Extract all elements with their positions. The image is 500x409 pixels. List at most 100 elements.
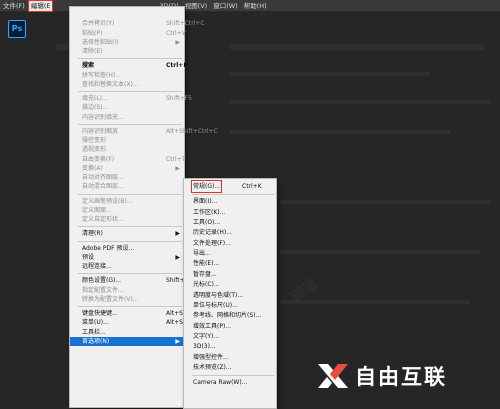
edit-menu-item[interactable]: 变换(A) ▶: [70, 164, 184, 173]
edit-menu-item[interactable]: 自动对齐图层...: [70, 173, 184, 182]
edit-menu-item-label: 转换为配置文件(V)...: [82, 295, 139, 303]
bg-placeholder: [230, 130, 450, 134]
edit-menu-item-label: 清理(R): [82, 230, 103, 238]
submenu-arrow-icon: ▶: [175, 38, 180, 46]
edit-menu-item[interactable]: 转换为配置文件(V)...: [70, 295, 184, 304]
prefs-menu-item[interactable]: 常规(G)... Ctrl+K: [184, 180, 276, 193]
edit-menu-item[interactable]: 自动混合图层...: [70, 182, 184, 191]
prefs-menu-item[interactable]: 参考线、网格和切片(S)...: [184, 311, 276, 320]
bg-placeholder: [280, 250, 480, 254]
edit-menu-item[interactable]: 内容识别缩放 Alt+Shift+Ctrl+C: [70, 127, 218, 136]
prefs-menu-item-label: 光标(C)...: [193, 281, 220, 289]
edit-menu-item-label: 透视变形: [82, 146, 107, 154]
edit-menu-item-shortcut: Ctrl+F: [166, 62, 188, 70]
edit-menu-item[interactable]: 定义画笔预设(B)...: [70, 197, 184, 206]
prefs-menu-item-label: 增强型控件...: [193, 353, 229, 361]
edit-menu-item[interactable]: 操控变形: [70, 136, 184, 145]
prefs-menu-item[interactable]: 增效工具(P)...: [184, 322, 276, 331]
watermark-brand: 自由互联: [316, 358, 500, 394]
edit-menu-item[interactable]: 指定配置文件...: [70, 286, 184, 295]
edit-menu-item-label: 清除(E): [82, 48, 103, 55]
edit-menu-item[interactable]: 菜单(U)...Alt+Shift+Ctrl+M: [70, 318, 219, 327]
edit-menu-item-label: 搜索: [82, 62, 95, 70]
edit-menu-item-label: 选择性粘贴(I): [82, 38, 119, 46]
prefs-menu-item-label: 界面(I)...: [193, 198, 218, 206]
prefs-menu-item[interactable]: 光标(C)...: [184, 280, 276, 289]
edit-menu-item-label: 操控变形: [82, 137, 107, 144]
prefs-menu-item[interactable]: 文件处理(F)...: [184, 239, 276, 248]
edit-menu-item-label: 描边(S)...: [82, 104, 109, 112]
edit-menu-item-label: 填充(L)...: [82, 95, 108, 102]
edit-menu-item[interactable]: 粘贴(P) Ctrl+V: [70, 29, 186, 38]
edit-menu-item[interactable]: 合并拷贝(Y) Shift+Ctrl+C: [70, 19, 205, 28]
prefs-menu-item[interactable]: 界面(I)...: [184, 197, 276, 206]
edit-menu-item[interactable]: 定义图案...: [70, 206, 184, 215]
edit-menu-item[interactable]: 填充(L)... Shift+F5: [70, 94, 192, 103]
edit-menu-item[interactable]: 颜色设置(G)...Shift+Ctrl+K: [70, 276, 204, 285]
prefs-menu-item[interactable]: Camera Raw(W)...: [184, 378, 276, 387]
edit-menu-item[interactable]: 查找和替换文本(X)...: [70, 80, 184, 89]
edit-menu-item-label: 自动对齐图层...: [82, 174, 124, 181]
edit-menu-item-label: 自动混合图层...: [82, 183, 124, 191]
menu-separator: [192, 194, 274, 196]
brand-x-icon: [316, 361, 350, 391]
prefs-menu-item[interactable]: 文字(Y)...: [184, 332, 276, 341]
edit-menu-item[interactable]: 透视变形: [70, 145, 184, 154]
edit-menu-item-shortcut: Alt+Shift+Ctrl+C: [166, 127, 218, 135]
menu-separator: [78, 193, 182, 195]
edit-menu-item[interactable]: 选择性粘贴(I) ▶: [70, 38, 184, 47]
edit-menu-item[interactable]: [70, 10, 184, 19]
edit-menu-item[interactable]: 清除(E): [70, 47, 184, 56]
menu-help[interactable]: 帮助(H): [241, 0, 270, 12]
menu-view[interactable]: 视图(V): [182, 0, 211, 12]
edit-menu-item[interactable]: 清理(R) ▶: [70, 229, 184, 238]
edit-menu-item[interactable]: 搜索 Ctrl+F: [70, 61, 188, 70]
edit-menu-item[interactable]: 内容识别填充...: [70, 113, 184, 122]
prefs-menu-item[interactable]: 单位与标尺(U)...: [184, 301, 276, 310]
prefs-menu-item[interactable]: 工具(O)...: [184, 218, 276, 227]
edit-menu-item-label: 定义图案...: [82, 206, 112, 214]
menu-separator: [78, 123, 182, 125]
edit-menu-item-label: 合并拷贝(Y): [82, 20, 115, 28]
edit-menu-item-label: 工具栏...: [82, 328, 106, 336]
edit-menu-item[interactable]: 键盘快捷键...Alt+Shift+Ctrl+K: [70, 309, 217, 318]
prefs-menu-item-label: 增效工具(P)...: [193, 322, 232, 330]
prefs-menu-item[interactable]: 技术预览(Z)...: [184, 363, 276, 372]
submenu-arrow-icon: ▶: [175, 253, 180, 261]
prefs-menu-item-label: 文件处理(F)...: [193, 239, 231, 247]
prefs-menu-item[interactable]: 3D(3)...: [184, 342, 276, 351]
submenu-arrow-icon: ▶: [175, 337, 180, 345]
edit-menu-item-label: 粘贴(P): [82, 29, 103, 37]
prefs-menu-item[interactable]: 透明度与色域(T)...: [184, 291, 276, 300]
edit-menu-item-shortcut: Ctrl+V: [166, 29, 186, 37]
bg-placeholder: [280, 300, 470, 304]
edit-menu-item[interactable]: 工具栏...: [70, 328, 184, 337]
edit-menu-item-label: 自由变换(F): [82, 155, 115, 163]
edit-menu-item-label: 变换(A): [82, 164, 103, 172]
edit-menu-item-shortcut: Shift+Ctrl+C: [166, 20, 205, 28]
menu-file[interactable]: 文件(F): [0, 0, 28, 12]
bg-placeholder: [230, 72, 430, 76]
prefs-menu-item[interactable]: 工作区(K)...: [184, 208, 276, 217]
edit-menu-item[interactable]: 首选项(N) ▶: [70, 336, 184, 346]
edit-menu-item[interactable]: 自由变换(F) Ctrl+T: [70, 155, 185, 164]
submenu-arrow-icon: ▶: [175, 230, 180, 238]
prefs-menu-item[interactable]: 导出...: [184, 249, 276, 258]
prefs-menu-item[interactable]: 暂存盘...: [184, 270, 276, 279]
prefs-menu-item[interactable]: 增强型控件...: [184, 353, 276, 362]
prefs-menu-item-label: 暂存盘...: [193, 270, 217, 278]
prefs-menu-item-label: 性能(E)...: [193, 260, 220, 268]
menu-separator: [78, 58, 182, 60]
edit-menu-item[interactable]: 预设 ▶: [70, 253, 184, 262]
edit-menu-item[interactable]: 定义自定形状...: [70, 215, 184, 224]
edit-menu-item-label: Adobe PDF 预设...: [82, 244, 135, 252]
edit-menu-item[interactable]: 描边(S)...: [70, 103, 184, 112]
menu-separator: [78, 226, 182, 228]
prefs-menu-item[interactable]: 历史记录(H)...: [184, 228, 276, 237]
edit-menu-item[interactable]: 拼写检查(H)...: [70, 71, 184, 80]
edit-menu-item[interactable]: Adobe PDF 预设...: [70, 244, 184, 253]
prefs-menu-item[interactable]: 性能(E)...: [184, 259, 276, 268]
edit-menu-item[interactable]: 远程连接...: [70, 262, 184, 271]
menu-edit[interactable]: 编辑(E: [27, 0, 54, 12]
menu-window[interactable]: 窗口(W): [210, 0, 241, 12]
